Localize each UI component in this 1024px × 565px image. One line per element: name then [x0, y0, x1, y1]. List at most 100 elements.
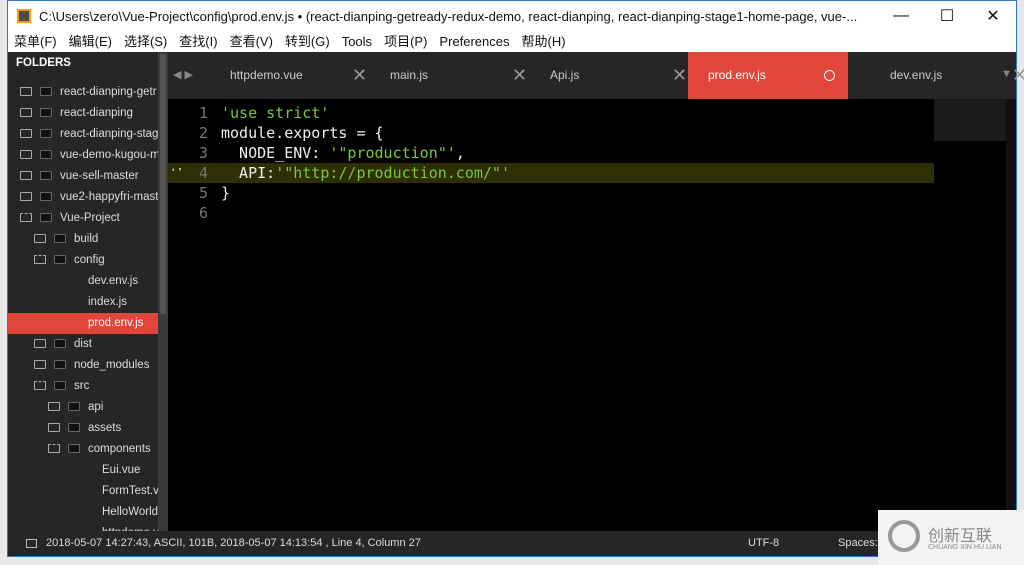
- menu-item[interactable]: 查找(I): [179, 31, 217, 52]
- sidebar-item[interactable]: src: [8, 376, 158, 397]
- menu-item[interactable]: 菜单(F): [14, 31, 57, 52]
- code-editor[interactable]: 1'use strict' 2 module.exports = {3 NODE_E…: [168, 99, 1016, 531]
- sidebar-item[interactable]: Eui.vue: [8, 460, 158, 481]
- disclosure-icon[interactable]: [20, 108, 32, 118]
- menu-item[interactable]: 项目(P): [384, 31, 427, 52]
- menu-item[interactable]: 帮助(H): [522, 31, 566, 52]
- sidebar-item[interactable]: Vue-Project: [8, 208, 158, 229]
- sidebar-item-label: config: [74, 254, 105, 266]
- sidebar-item[interactable]: dist: [8, 334, 158, 355]
- sidebar-item[interactable]: vue-sell-master: [8, 166, 158, 187]
- disclosure-icon[interactable]: [34, 339, 46, 349]
- code-line: 5}: [168, 183, 934, 203]
- sidebar-item[interactable]: assets: [8, 418, 158, 439]
- code-token: NODE_ENV:: [221, 144, 330, 162]
- sidebar-item[interactable]: vue-demo-kugou-m: [8, 145, 158, 166]
- code-line: 3 NODE_ENV: '"production"',: [168, 143, 934, 163]
- disclosure-icon[interactable]: [20, 129, 32, 139]
- tab-label: httpdemo.vue: [230, 68, 303, 82]
- close-tab-icon[interactable]: ✕: [1012, 52, 1024, 99]
- tab[interactable]: Api.js ✕: [508, 52, 687, 99]
- sidebar-item[interactable]: dev.env.js: [8, 271, 158, 292]
- disclosure-icon[interactable]: [20, 192, 32, 202]
- folder-icon: [40, 192, 52, 202]
- folder-icon: [54, 360, 66, 370]
- menu-item[interactable]: 查看(V): [230, 31, 273, 52]
- line-number: 6: [198, 204, 208, 222]
- menu-item[interactable]: Tools: [342, 31, 372, 52]
- sidebar-item[interactable]: index.js: [8, 292, 158, 313]
- menu-item[interactable]: 转到(G): [285, 31, 330, 52]
- title-bar: C:\Users\zero\Vue-Project\config\prod.en…: [8, 1, 1016, 31]
- sidebar-item-label: assets: [88, 422, 122, 434]
- panel-toggle-icon[interactable]: [26, 539, 37, 548]
- sidebar-scroll-thumb[interactable]: [160, 54, 166, 314]
- tab[interactable]: httpdemo.vue ✕: [188, 52, 367, 99]
- tab[interactable]: main.js ✕: [348, 52, 527, 99]
- sidebar-item[interactable]: FormTest.vu: [8, 481, 158, 502]
- menu-item[interactable]: 选择(S): [124, 31, 167, 52]
- sidebar-item-label: react-dianping-stag: [60, 128, 158, 140]
- status-info: 2018-05-07 14:27:43, ASCII, 101B, 2018-0…: [46, 537, 421, 549]
- sidebar-item[interactable]: vue2-happyfri-maste: [8, 187, 158, 208]
- line-number: 5: [198, 184, 208, 202]
- folder-icon: [40, 108, 52, 118]
- folder-icon: [54, 381, 66, 391]
- disclosure-icon[interactable]: [20, 87, 32, 97]
- sidebar-item[interactable]: react-dianping: [8, 103, 158, 124]
- disclosure-icon[interactable]: [34, 234, 46, 244]
- code-token: }: [221, 184, 231, 202]
- editor-scrollbar[interactable]: [1006, 99, 1016, 531]
- close-button[interactable]: ✕: [970, 1, 1016, 31]
- sidebar-item-label: build: [74, 233, 99, 245]
- minimap[interactable]: [934, 99, 1006, 141]
- tab-label: prod.env.js: [708, 68, 766, 82]
- window-title: C:\Users\zero\Vue-Project\config\prod.en…: [39, 8, 858, 24]
- sidebar-item-label: HelloWorld: [102, 506, 158, 518]
- disclosure-icon[interactable]: [48, 444, 60, 454]
- menu-item[interactable]: 编辑(E): [69, 31, 112, 52]
- code-token: '"production"': [329, 144, 456, 162]
- sidebar-item[interactable]: node_modules: [8, 355, 158, 376]
- code-token: '"http://production.com/"': [275, 164, 510, 182]
- close-tab-icon[interactable]: ✕: [672, 52, 687, 99]
- sidebar-item[interactable]: config: [8, 250, 158, 271]
- tab-dropdown-icon[interactable]: ▼: [1001, 68, 1012, 80]
- encoding-indicator[interactable]: UTF-8: [748, 531, 779, 556]
- minimize-button[interactable]: —: [878, 1, 924, 31]
- sublime-app-icon: [17, 9, 31, 23]
- line-number: 1: [198, 104, 208, 122]
- folder-icon: [40, 171, 52, 181]
- maximize-button[interactable]: ☐: [924, 1, 970, 31]
- sidebar-item-label: vue-demo-kugou-m: [60, 149, 158, 161]
- disclosure-icon[interactable]: [48, 423, 60, 433]
- disclosure-icon[interactable]: [34, 360, 46, 370]
- sidebar-item[interactable]: components: [8, 439, 158, 460]
- sidebar-item[interactable]: api: [8, 397, 158, 418]
- sidebar-item-label: react-dianping-getr: [60, 86, 157, 98]
- disclosure-icon[interactable]: [48, 402, 60, 412]
- sidebar-item[interactable]: HelloWorld: [8, 502, 158, 523]
- sidebar-item[interactable]: react-dianping-stag: [8, 124, 158, 145]
- sidebar-item-label: vue-sell-master: [60, 170, 139, 182]
- sidebar-item[interactable]: prod.env.js: [8, 313, 158, 334]
- tab[interactable]: dev.env.js ✕: [848, 52, 1024, 99]
- folder-icon: [68, 402, 80, 412]
- folder-icon: [68, 444, 80, 454]
- disclosure-icon[interactable]: [20, 171, 32, 181]
- sidebar-item-label: api: [88, 401, 104, 413]
- watermark-logo: 创新互联 CHUANG XIN HU LIAN: [878, 510, 1024, 565]
- sidebar-item-label: index.js: [88, 296, 127, 308]
- menu-item[interactable]: Preferences: [439, 31, 509, 52]
- disclosure-icon[interactable]: [34, 255, 46, 265]
- modified-dot-icon[interactable]: [824, 70, 835, 81]
- disclosure-icon[interactable]: [20, 150, 32, 160]
- disclosure-icon[interactable]: [34, 381, 46, 391]
- sidebar-item[interactable]: build: [8, 229, 158, 250]
- tab[interactable]: prod.env.js: [688, 52, 848, 99]
- indentation-indicator[interactable]: Spaces:: [838, 531, 878, 556]
- code-token: module.exports = {: [221, 124, 384, 142]
- sidebar-item[interactable]: httpdemo.v: [8, 523, 158, 531]
- sidebar-item[interactable]: react-dianping-getr: [8, 82, 158, 103]
- disclosure-icon[interactable]: [20, 213, 32, 223]
